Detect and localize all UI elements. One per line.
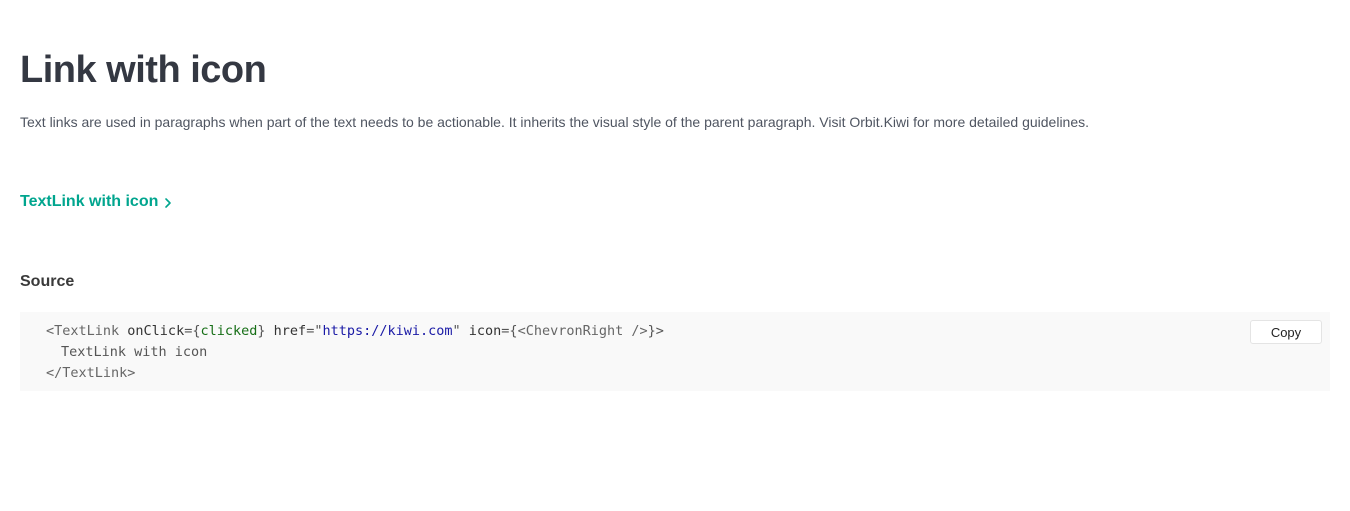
code-onclick-value: clicked: [200, 323, 258, 339]
code-href-value: https://kiwi.com: [322, 323, 453, 339]
code-punc: ": [452, 323, 461, 339]
code-line-2: TextLink with icon: [46, 342, 1304, 363]
chevron-right-icon: [165, 197, 172, 208]
code-punc: =": [306, 323, 323, 339]
code-punc: }>: [647, 323, 664, 339]
copy-button[interactable]: Copy: [1250, 320, 1322, 344]
code-attr-onclick: onClick: [127, 323, 185, 339]
page-description: Text links are used in paragraphs when p…: [20, 114, 1090, 130]
text-link-with-icon[interactable]: TextLink with icon: [20, 192, 174, 212]
code-line-1: <TextLink onClick ={ clicked} href="https:…: [46, 321, 1304, 342]
source-heading: Source: [20, 273, 75, 290]
code-attr-href: href: [273, 323, 307, 339]
code-block: <TextLink onClick ={ clicked} href="https:…: [20, 312, 1330, 391]
text-link-label: TextLink with icon: [20, 193, 159, 210]
code-open-tag: <TextLink: [46, 323, 120, 339]
code-child-text: TextLink with icon: [61, 344, 208, 360]
code-punc: }: [257, 323, 266, 339]
code-close-tag: </TextLink>: [46, 365, 136, 381]
page: Link with icon Text links are used in pa…: [0, 0, 1350, 511]
code-icon-value: <ChevronRight />: [517, 323, 648, 339]
code-line-3: </TextLink>: [46, 363, 1304, 384]
code-punc: ={: [501, 323, 518, 339]
code-attr-icon: icon: [468, 323, 502, 339]
page-title: Link with icon: [20, 49, 267, 91]
